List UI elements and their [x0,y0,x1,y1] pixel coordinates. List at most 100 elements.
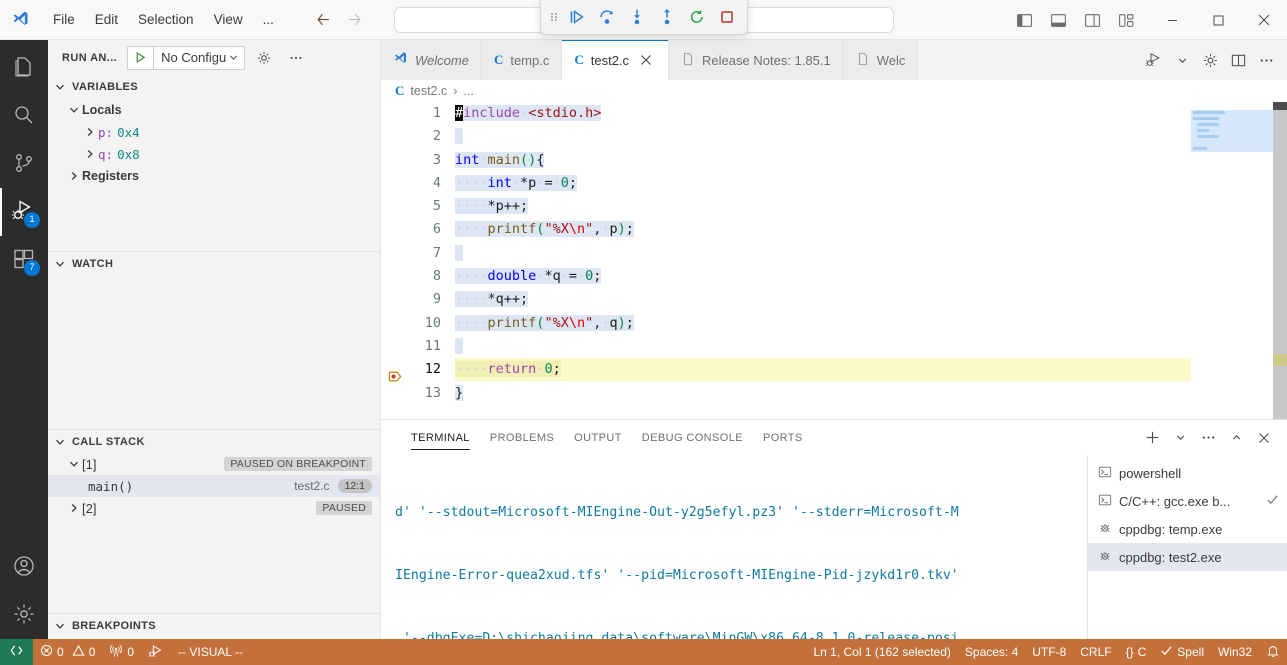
chevron-down-icon[interactable] [228,52,244,63]
toggle-primary-sidebar-icon[interactable] [1009,5,1039,35]
menu-file[interactable]: File [44,8,84,31]
status-remote-button[interactable] [0,639,33,665]
code-editor[interactable]: 1 2 3 4 5 6 7 8 9 10 11 12 13 #include·<… [381,102,1287,419]
chevron-down-icon[interactable] [1167,425,1193,451]
pane-header-callstack[interactable]: CALL STACK [48,429,380,453]
chevron-down-icon[interactable] [1169,47,1195,73]
customize-layout-icon[interactable] [1111,5,1141,35]
run-or-debug-icon[interactable] [1141,47,1167,73]
glyph-margin[interactable] [381,102,411,419]
activity-item-explorer[interactable] [0,44,48,92]
activity-item-source-control[interactable] [0,140,48,188]
code-line-2[interactable] [455,125,1287,148]
overview-ruler[interactable] [1273,102,1287,419]
activity-item-accounts[interactable] [0,543,48,591]
minimap[interactable] [1191,102,1273,419]
code-line-5[interactable]: ····*p++; [455,195,1287,218]
start-debugging-icon[interactable] [128,46,155,69]
code-line-7[interactable] [455,242,1287,265]
variable-row-p[interactable]: p: 0x4 [48,121,380,143]
code-line-10[interactable]: ····printf("%X\n",·q); [455,312,1287,335]
code-line-9[interactable]: ····*q++; [455,288,1287,311]
more-icon[interactable] [1195,425,1221,451]
stop-button[interactable] [713,3,741,31]
code-line-12[interactable]: ····return·0; [455,358,1287,381]
status-encoding[interactable]: UTF-8 [1025,639,1073,665]
scrollbar-thumb[interactable] [1273,110,1287,419]
status-cursor-position[interactable]: Ln 1, Col 1 (162 selected) [806,639,957,665]
panel-tab-output[interactable]: OUTPUT [564,420,632,455]
drag-handle-icon[interactable] [547,3,561,31]
code-content[interactable]: #include·<stdio.h> int·main(){ ····int·*… [455,102,1287,419]
breadcrumb-symbol[interactable]: ... [463,84,473,98]
status-language-mode[interactable]: {} C [1119,639,1154,665]
callstack-thread-1[interactable]: [1] PAUSED ON BREAKPOINT [48,453,380,475]
activity-item-extensions[interactable]: 7 [0,236,48,284]
status-ports[interactable]: 0 [102,639,141,665]
arrow-left-icon[interactable] [315,11,332,28]
maximize-button[interactable] [1195,0,1241,40]
code-line-4[interactable]: ····int·*p·=·0; [455,172,1287,195]
callstack-thread-2[interactable]: [2] PAUSED [48,497,380,519]
status-eol[interactable]: CRLF [1073,639,1118,665]
code-line-8[interactable]: ····double·*q·=·0; [455,265,1287,288]
status-platform[interactable]: Win32 [1211,639,1259,665]
status-spell-checker[interactable]: Spell [1153,639,1211,665]
code-line-6[interactable]: ····printf("%X\n",·p); [455,218,1287,241]
status-notifications[interactable] [1259,639,1287,665]
editor-tab-welcome[interactable]: Welcome [381,40,482,80]
sidebar-more-button[interactable] [283,45,309,71]
menu-edit[interactable]: Edit [86,8,127,31]
menu-selection[interactable]: Selection [129,8,203,31]
pane-header-watch[interactable]: WATCH [48,251,380,275]
menu-view[interactable]: View [205,8,252,31]
variable-row-q[interactable]: q: 0x8 [48,143,380,165]
arrow-right-icon[interactable] [346,11,363,28]
debug-config-selector[interactable]: No Configu [127,45,246,70]
terminal-list-item-gcc-build[interactable]: C/C++: gcc.exe b... [1088,487,1287,515]
terminal-list-item-powershell[interactable]: powershell [1088,459,1287,487]
panel-tab-debug-console[interactable]: DEBUG CONSOLE [632,420,753,455]
toggle-panel-icon[interactable] [1043,5,1073,35]
code-line-13[interactable]: } [455,382,1287,405]
pane-header-variables[interactable]: VARIABLES [48,75,380,99]
status-indentation[interactable]: Spaces: 4 [958,639,1025,665]
gear-icon[interactable] [1197,47,1223,73]
editor-tab-welcome-2[interactable]: Welc [843,40,919,80]
breakpoint-icon[interactable] [388,369,403,392]
code-line-3[interactable]: int·main(){ [455,149,1287,172]
open-launch-json-button[interactable] [251,45,277,71]
panel-tab-ports[interactable]: PORTS [753,420,813,455]
activity-item-search[interactable] [0,92,48,140]
split-editor-icon[interactable] [1225,47,1251,73]
more-icon[interactable] [1253,47,1279,73]
pane-header-breakpoints[interactable]: BREAKPOINTS [48,613,380,637]
editor-tab-release-notes[interactable]: Release Notes: 1.85.1 [669,40,844,80]
step-into-button[interactable] [623,3,651,31]
activity-item-settings[interactable] [0,591,48,639]
status-problems[interactable]: 0 0 [33,639,102,665]
editor-tab-temp-c[interactable]: C temp.c [481,40,563,80]
status-debug[interactable] [141,639,171,665]
panel-tab-terminal[interactable]: TERMINAL [401,420,480,455]
close-panel-icon[interactable] [1251,425,1277,451]
panel-tab-problems[interactable]: PROBLEMS [480,420,564,455]
close-button[interactable] [1241,0,1287,40]
callstack-frame-main[interactable]: main() test2.c 12:1 [48,475,380,497]
variables-scope-registers[interactable]: Registers [48,165,380,187]
terminal-list-item-temp-exe[interactable]: cppdbg: temp.exe [1088,515,1287,543]
minimize-button[interactable] [1149,0,1195,40]
code-line-1[interactable]: #include·<stdio.h> [455,102,1287,125]
editor-tab-test2-c[interactable]: C test2.c [562,40,670,80]
code-line-11[interactable] [455,335,1287,358]
breadcrumb-file[interactable]: test2.c [410,84,447,98]
variables-scope-locals[interactable]: Locals [48,99,380,121]
maximize-panel-icon[interactable] [1223,425,1249,451]
step-out-button[interactable] [653,3,681,31]
terminal-output[interactable]: d' '--stdout=Microsoft-MIEngine-Out-y2g5… [381,455,1087,639]
menu-more[interactable]: ... [254,8,283,31]
continue-button[interactable] [563,3,591,31]
add-terminal-icon[interactable] [1139,425,1165,451]
activity-item-run-and-debug[interactable]: 1 [0,188,48,236]
toggle-secondary-sidebar-icon[interactable] [1077,5,1107,35]
